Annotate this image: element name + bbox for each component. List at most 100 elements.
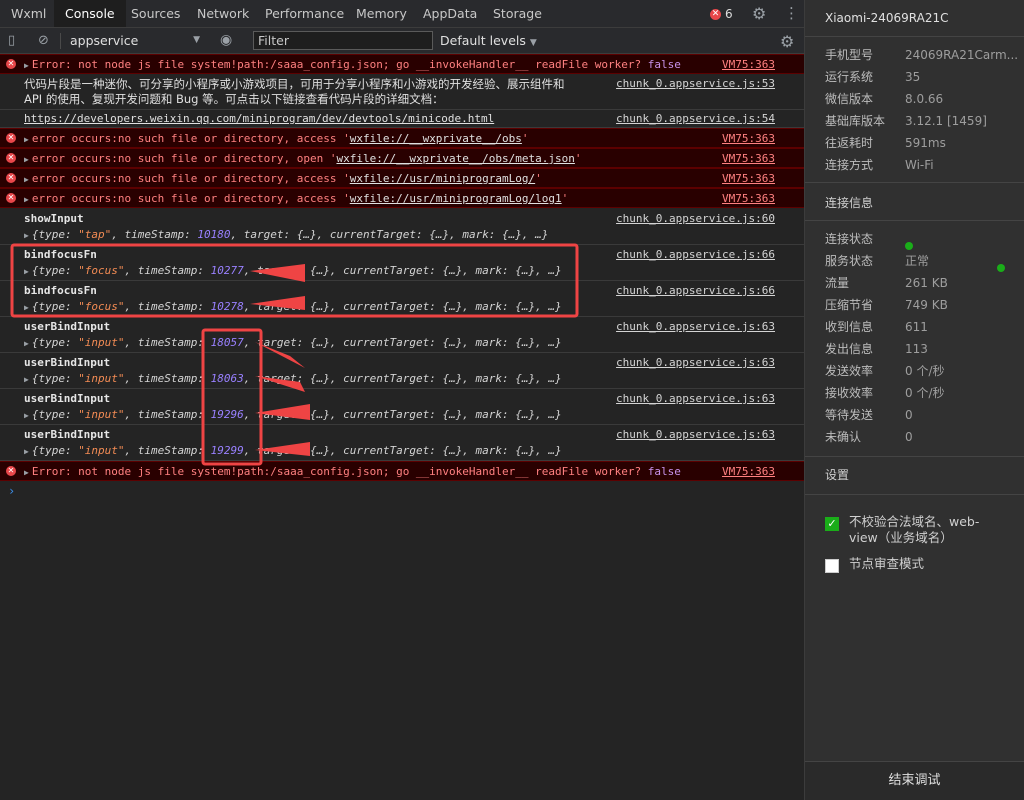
tab-memory[interactable]: Memory <box>345 0 418 27</box>
log-row-info[interactable]: 代码片段是一种迷你、可分享的小程序或小游戏项目，可用于分享小程序和小游戏的开发经… <box>0 74 804 110</box>
tab-sources[interactable]: Sources <box>120 0 191 27</box>
source-link[interactable]: VM75:363 <box>722 465 775 478</box>
source-link[interactable]: VM75:363 <box>722 172 775 185</box>
source-link[interactable]: chunk_0.appservice.js:63 <box>616 428 775 441</box>
obj-text: , timeStamp: <box>111 228 198 241</box>
event-object[interactable]: ▶ {type: "tap", timeStamp: 10180, target:… <box>24 228 548 241</box>
event-object[interactable]: ▶ {type: "focus", timeStamp: 10278, targe… <box>24 300 562 313</box>
log-row-event[interactable]: bindfocusFn ▶ {type: "focus", timeStamp: … <box>0 281 804 317</box>
log-row-event[interactable]: userBindInput ▶ {type: "input", timeStamp… <box>0 317 804 353</box>
info-value: 3.12.1 [1459] <box>905 114 987 128</box>
sidebar-toggle-icon[interactable]: ▯ <box>8 33 15 48</box>
file-path-link[interactable]: wxfile://usr/miniprogramLog/ <box>350 172 535 185</box>
stop-debug-button[interactable]: 结束调试 <box>805 761 1024 800</box>
info-key: 流量 <box>825 276 850 290</box>
log-row-error[interactable]: ✕ ▶ error occurs:no such file or director… <box>0 128 804 148</box>
log-row-error[interactable]: ✕ ▶ Error: not node js file system!path:/… <box>0 54 804 74</box>
log-row-event[interactable]: showInput ▶ {type: "tap", timeStamp: 1018… <box>0 209 804 245</box>
tab-storage[interactable]: Storage <box>482 0 553 27</box>
event-object[interactable]: ▶ {type: "input", timeStamp: 18057, targe… <box>24 336 562 349</box>
log-row-error[interactable]: ✕ ▶ error occurs:no such file or director… <box>0 168 804 188</box>
info-key: 基础库版本 <box>825 114 886 128</box>
log-row-link[interactable]: https://developers.weixin.qq.com/minipro… <box>0 110 804 128</box>
obj-text: , timeStamp: <box>124 300 211 313</box>
source-link[interactable]: VM75:363 <box>722 152 775 165</box>
source-link[interactable]: chunk_0.appservice.js:53 <box>616 77 775 90</box>
info-value: 35 <box>905 70 921 84</box>
tab-performance[interactable]: Performance <box>254 0 355 27</box>
obj-text: , target: {…}, currentTarget: {…}, mark:… <box>243 264 562 277</box>
docs-link[interactable]: https://developers.weixin.qq.com/minipro… <box>24 112 494 125</box>
expand-triangle-icon[interactable]: ▶ <box>24 155 29 164</box>
expand-triangle-icon[interactable]: ▶ <box>24 303 29 312</box>
info-value: 0 <box>905 430 913 444</box>
skip-domain-check-checkbox[interactable]: ✓ <box>825 517 839 531</box>
console-prompt[interactable]: › <box>8 484 15 498</box>
log-text: error occurs:no such file or directory, … <box>31 132 350 145</box>
log-row-error[interactable]: ✕ ▶ error occurs:no such file or director… <box>0 148 804 168</box>
expand-triangle-icon[interactable]: ▶ <box>24 447 29 456</box>
console-settings-icon[interactable]: ⚙ <box>780 32 794 51</box>
node-inspect-label[interactable]: 节点审查模式 <box>849 556 999 572</box>
event-type: "input" <box>78 408 125 421</box>
expand-triangle-icon[interactable]: ▶ <box>24 411 29 420</box>
error-icon: ✕ <box>6 153 16 163</box>
eye-icon[interactable]: ◉ <box>220 32 232 48</box>
file-path-link[interactable]: wxfile://__wxprivate__/obs <box>350 132 522 145</box>
log-row-error[interactable]: ✕ ▶ Error: not node js file system!path:/… <box>0 461 804 481</box>
source-link[interactable]: chunk_0.appservice.js:66 <box>616 248 775 261</box>
info-value: 正常 <box>905 254 930 268</box>
source-link[interactable]: chunk_0.appservice.js:66 <box>616 284 775 297</box>
source-link[interactable]: VM75:363 <box>722 192 775 205</box>
error-count-badge[interactable]: ✕ 6 <box>710 7 733 21</box>
file-path-link[interactable]: wxfile://__wxprivate__/obs/meta.json <box>336 152 574 165</box>
event-object[interactable]: ▶ {type: "input", timeStamp: 18063, targe… <box>24 372 562 385</box>
context-selector[interactable]: appservice ▼ <box>64 31 204 50</box>
log-row-error[interactable]: ✕ ▶ error occurs:no such file or director… <box>0 188 804 208</box>
tab-console[interactable]: Console <box>54 0 126 27</box>
expand-triangle-icon[interactable]: ▶ <box>24 61 29 70</box>
log-message: ▶ error occurs:no such file or directory,… <box>24 172 542 185</box>
settings-gear-icon[interactable]: ⚙ <box>752 4 766 23</box>
chevron-down-icon: ▼ <box>193 35 200 45</box>
source-link[interactable]: chunk_0.appservice.js:60 <box>616 212 775 225</box>
log-levels-dropdown[interactable]: Default levels ▼ <box>440 31 537 50</box>
tab-wxml[interactable]: Wxml <box>0 0 57 27</box>
expand-triangle-icon[interactable]: ▶ <box>24 175 29 184</box>
info-key: 服务状态 <box>825 254 874 268</box>
more-menu-icon[interactable]: ⋮ <box>784 4 799 22</box>
event-object[interactable]: ▶ {type: "input", timeStamp: 19299, targe… <box>24 444 562 457</box>
event-object[interactable]: ▶ {type: "focus", timeStamp: 10277, targe… <box>24 264 562 277</box>
expand-triangle-icon[interactable]: ▶ <box>24 468 29 477</box>
log-row-event[interactable]: userBindInput ▶ {type: "input", timeStamp… <box>0 353 804 389</box>
skip-domain-check-label[interactable]: 不校验合法域名、web-view（业务域名） <box>849 514 999 546</box>
info-value: 113 <box>905 342 928 356</box>
log-row-event[interactable]: userBindInput ▶ {type: "input", timeStamp… <box>0 389 804 425</box>
expand-triangle-icon[interactable]: ▶ <box>24 375 29 384</box>
expand-triangle-icon[interactable]: ▶ <box>24 267 29 276</box>
source-link[interactable]: chunk_0.appservice.js:63 <box>616 320 775 333</box>
source-link[interactable]: chunk_0.appservice.js:63 <box>616 356 775 369</box>
clear-console-icon[interactable]: ⊘ <box>38 33 49 48</box>
source-link[interactable]: chunk_0.appservice.js:54 <box>616 112 775 125</box>
node-inspect-checkbox[interactable] <box>825 559 839 573</box>
error-icon: ✕ <box>6 193 16 203</box>
expand-triangle-icon[interactable]: ▶ <box>24 231 29 240</box>
info-value: 8.0.66 <box>905 92 944 106</box>
expand-triangle-icon[interactable]: ▶ <box>24 135 29 144</box>
log-text: Error: not node js file system!path:/saa… <box>31 465 642 478</box>
info-row: 服务状态 正常 <box>825 250 1015 272</box>
log-row-event[interactable]: bindfocusFn ▶ {type: "focus", timeStamp: … <box>0 245 804 281</box>
expand-triangle-icon[interactable]: ▶ <box>24 195 29 204</box>
source-link[interactable]: VM75:363 <box>722 58 775 71</box>
filter-input[interactable] <box>253 31 433 50</box>
source-link[interactable]: chunk_0.appservice.js:63 <box>616 392 775 405</box>
event-object[interactable]: ▶ {type: "input", timeStamp: 19296, targe… <box>24 408 562 421</box>
file-path-link[interactable]: wxfile://usr/miniprogramLog/log1 <box>350 192 562 205</box>
expand-triangle-icon[interactable]: ▶ <box>24 339 29 348</box>
source-link[interactable]: VM75:363 <box>722 132 775 145</box>
info-key: 接收效率 <box>825 386 874 400</box>
tab-network[interactable]: Network <box>186 0 260 27</box>
log-row-event[interactable]: userBindInput ▶ {type: "input", timeStamp… <box>0 425 804 461</box>
tab-appdata[interactable]: AppData <box>412 0 488 27</box>
